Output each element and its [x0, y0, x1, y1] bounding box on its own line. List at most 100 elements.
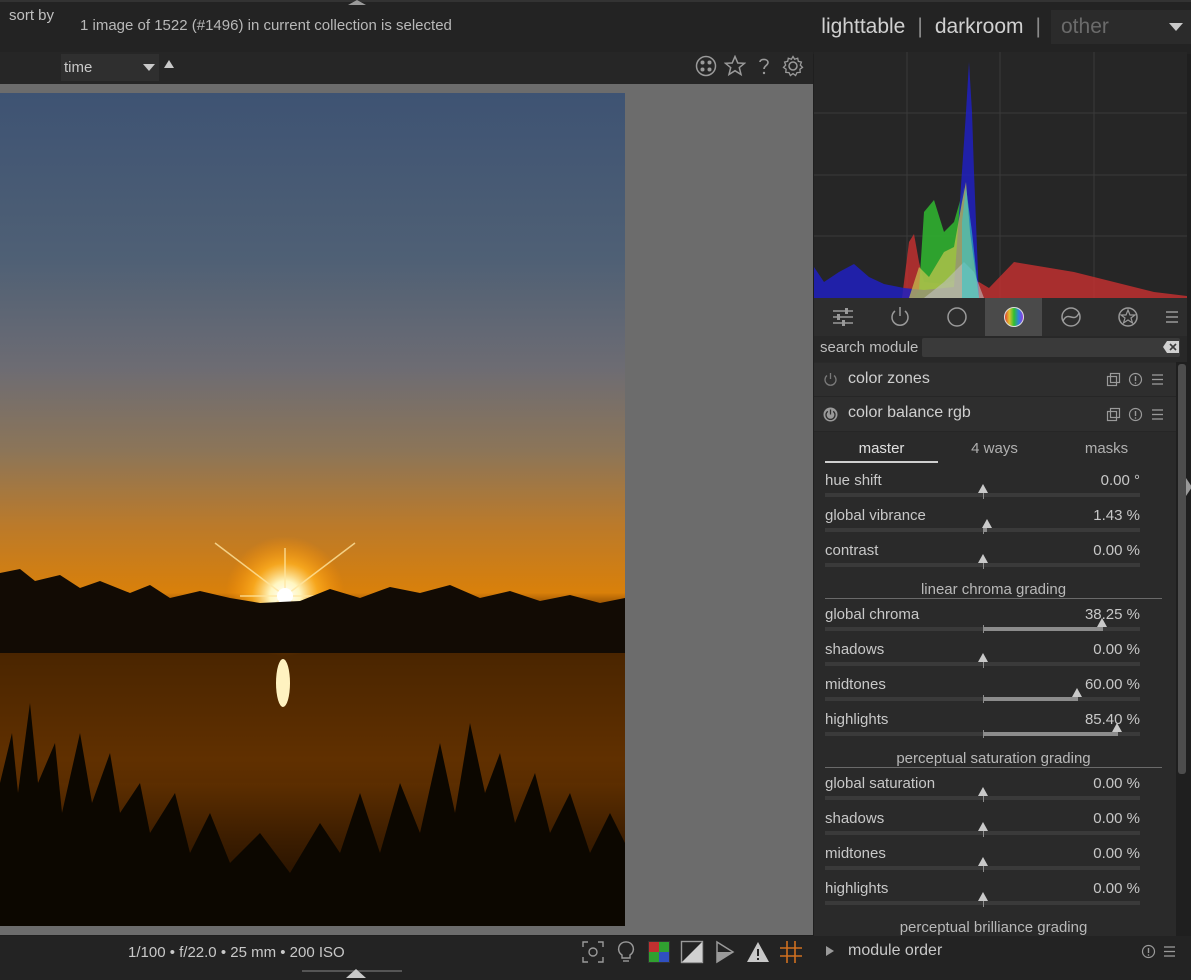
search-label: search module [820, 339, 919, 356]
tab-masks[interactable]: masks [1051, 440, 1162, 457]
module-group-correct[interactable] [1042, 298, 1099, 336]
module-header-color-zones[interactable]: color zones [814, 363, 1176, 397]
slider-value-global-chroma[interactable]: 38.25 % [1085, 606, 1140, 623]
slider-saturation-highlights[interactable] [825, 892, 1140, 907]
search-module-input[interactable] [922, 338, 1180, 357]
slider-knob[interactable] [978, 554, 988, 563]
clipping-icon[interactable] [680, 940, 704, 964]
slider-fill [983, 627, 1103, 631]
slider-label-highlights: highlights [825, 880, 889, 897]
module-group-bar [814, 298, 1187, 336]
module-header-color-balance-rgb[interactable]: color balance rgb [814, 397, 1176, 432]
presets-icon[interactable] [1150, 407, 1165, 422]
bottom-panel-toggle[interactable] [346, 969, 366, 978]
help-icon[interactable] [753, 55, 775, 77]
slider-knob[interactable] [1112, 723, 1122, 732]
histogram[interactable] [814, 52, 1187, 298]
section-divider [825, 767, 1162, 768]
star-icon[interactable] [724, 55, 746, 77]
view-other-dropdown[interactable]: other [1051, 10, 1191, 44]
presets-icon[interactable] [1150, 372, 1165, 387]
reset-icon[interactable] [1128, 407, 1143, 422]
gamut-check-icon[interactable] [746, 940, 770, 964]
slider-global-chroma[interactable] [825, 618, 1140, 633]
slider-global-vibrance[interactable] [825, 519, 1140, 534]
slider-knob[interactable] [1097, 618, 1107, 627]
raw-overexposed-icon[interactable] [647, 940, 671, 964]
slider-value-global-saturation[interactable]: 0.00 % [1093, 775, 1140, 792]
slider-saturation-midtones[interactable] [825, 857, 1140, 872]
sort-label: sort by [9, 7, 55, 24]
slider-value-hue-shift[interactable]: 0.00 ° [1101, 472, 1140, 489]
slider-knob[interactable] [982, 519, 992, 528]
color-assessment-icon[interactable] [614, 940, 638, 964]
slider-value-midtones[interactable]: 60.00 % [1085, 676, 1140, 693]
focus-peaking-icon[interactable] [581, 940, 605, 964]
slider-chroma-shadows[interactable] [825, 653, 1140, 668]
slider-label-global-saturation: global saturation [825, 775, 936, 792]
right-panel-toggle[interactable] [1186, 478, 1191, 496]
view-lighttable[interactable]: lighttable [815, 15, 911, 39]
guides-icon[interactable] [779, 940, 803, 964]
grouping-icon[interactable] [695, 55, 717, 77]
gear-icon[interactable] [782, 55, 804, 77]
tab-master[interactable]: master [825, 440, 938, 457]
slider-knob[interactable] [978, 653, 988, 662]
sort-order-icon[interactable] [164, 60, 174, 68]
power-icon[interactable] [823, 372, 838, 387]
modules-scrollbar[interactable] [1178, 364, 1186, 774]
slider-label-midtones: midtones [825, 676, 886, 693]
section-linear-chroma-grading: linear chroma grading [920, 581, 1067, 598]
view-darkroom[interactable]: darkroom [929, 15, 1030, 39]
view-separator: | [917, 15, 923, 38]
slider-value-shadows[interactable]: 0.00 % [1093, 641, 1140, 658]
section-perceptual-saturation-grading: perceptual saturation grading [896, 750, 1091, 767]
slider-label-global-chroma: global chroma [825, 606, 920, 623]
module-group-effects[interactable] [1099, 298, 1156, 336]
slider-value-highlights[interactable]: 0.00 % [1093, 880, 1140, 897]
slider-label-midtones: midtones [825, 845, 886, 862]
clear-search-icon[interactable] [1162, 340, 1180, 354]
slider-knob[interactable] [978, 892, 988, 901]
softproof-icon[interactable] [713, 940, 737, 964]
module-group-presets[interactable] [1156, 298, 1187, 336]
slider-value-shadows[interactable]: 0.00 % [1093, 810, 1140, 827]
expand-arrow-icon[interactable] [825, 945, 835, 957]
selection-info: 1 image of 1522 (#1496) in current colle… [80, 17, 452, 34]
slider-knob[interactable] [978, 857, 988, 866]
view-separator: | [1035, 15, 1041, 38]
slider-knob[interactable] [978, 484, 988, 493]
presets-menu-icon [1165, 311, 1178, 323]
module-group-active[interactable] [871, 298, 928, 336]
tab-4-ways[interactable]: 4 ways [938, 440, 1051, 457]
power-icon[interactable] [823, 407, 838, 422]
slider-saturation-shadows[interactable] [825, 822, 1140, 837]
module-group-color[interactable] [985, 298, 1042, 336]
slider-chroma-highlights[interactable] [825, 723, 1140, 738]
quick-access-icon [832, 308, 853, 326]
reset-icon[interactable] [1128, 372, 1143, 387]
reset-icon[interactable] [1141, 944, 1156, 959]
slider-contrast[interactable] [825, 554, 1140, 569]
slider-knob[interactable] [1072, 688, 1082, 697]
slider-value-contrast[interactable]: 0.00 % [1093, 542, 1140, 559]
top-panel-toggle[interactable] [348, 0, 366, 5]
slider-chroma-midtones[interactable] [825, 688, 1140, 703]
module-group-base[interactable] [928, 298, 985, 336]
module-title: color zones [848, 370, 930, 387]
slider-value-midtones[interactable]: 0.00 % [1093, 845, 1140, 862]
slider-fill [983, 528, 987, 532]
correct-modules-icon [1060, 307, 1081, 327]
slider-label-highlights: highlights [825, 711, 889, 728]
slider-global-saturation[interactable] [825, 787, 1140, 802]
multi-instance-icon[interactable] [1106, 372, 1121, 387]
sort-select[interactable]: time [61, 54, 159, 81]
slider-hue-shift[interactable] [825, 484, 1140, 499]
presets-icon[interactable] [1162, 944, 1177, 959]
slider-knob[interactable] [978, 787, 988, 796]
histogram-graph [814, 52, 1187, 298]
module-group-quick-access[interactable] [814, 298, 871, 336]
slider-knob[interactable] [978, 822, 988, 831]
slider-value-global-vibrance[interactable]: 1.43 % [1093, 507, 1140, 524]
multi-instance-icon[interactable] [1106, 407, 1121, 422]
